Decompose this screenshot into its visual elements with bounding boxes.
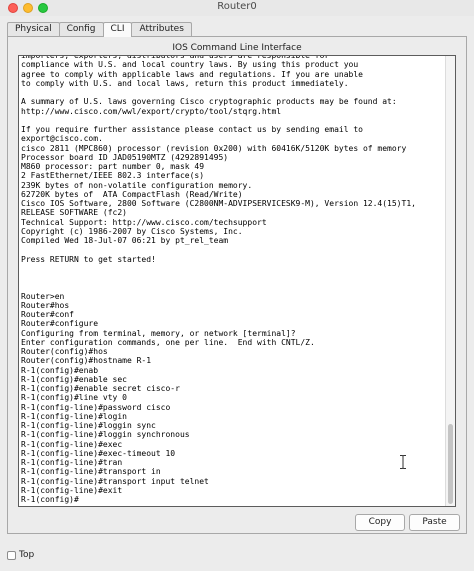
- console-line: 2 FastEthernet/IEEE 802.3 interface(s): [21, 171, 205, 181]
- top-checkbox[interactable]: [7, 551, 16, 560]
- copy-button[interactable]: Copy: [355, 514, 405, 531]
- console-line: agree to comply with applicable laws and…: [21, 69, 363, 79]
- console-line: to comply with U.S. and local laws, retu…: [21, 78, 349, 88]
- console-line: R-1(config)#enab: [21, 365, 99, 375]
- console-line: R-1(config-line)#loggin sync: [21, 421, 156, 430]
- console-line: Router#hos: [21, 300, 70, 310]
- console-line: http://www.cisco.com/wwl/export/crypto/t…: [21, 106, 282, 116]
- console-line: R-1(config-line)#login: [21, 411, 127, 421]
- console-line: R-1(config-line)#exec: [21, 439, 123, 449]
- console-line: Enter configuration commands, one per li…: [21, 337, 315, 347]
- console-line: R-1(config)#: [21, 495, 79, 504]
- console-line: Router#conf: [21, 310, 74, 319]
- window-title: Router0: [217, 1, 257, 12]
- console-line: M860 processor: part number 0, mask 49: [21, 162, 205, 171]
- console-line: R-1(config-line)#loggin synchronous: [21, 430, 190, 440]
- console-line: export@cisco.com.: [21, 134, 103, 144]
- tab-cli[interactable]: CLI: [102, 22, 133, 37]
- console-line: Router>en: [21, 291, 65, 301]
- console-line: Cisco IOS Software, 2800 Software (C2800…: [21, 199, 416, 208]
- tab-bar: Physical Config CLI Attributes: [7, 22, 192, 37]
- tab-config[interactable]: Config: [58, 22, 104, 36]
- console-line: RELEASE SOFTWARE (fc2): [21, 208, 127, 218]
- console-line: 62720K bytes of ATA CompactFlash (Read/W…: [21, 189, 243, 199]
- console-line: R-1(config-line)#password cisco: [21, 402, 171, 412]
- text-cursor-icon: [400, 455, 406, 469]
- panel-title: IOS Command Line Interface: [172, 43, 302, 53]
- console-line: Router(config)#hos: [21, 347, 108, 356]
- console-line: cisco 2811 (MPC860) processor (revision …: [21, 143, 407, 153]
- console-line: R-1(config-line)#transport in: [21, 467, 161, 477]
- console-line: R-1(config)#enable sec: [21, 374, 127, 384]
- console-scrollbar[interactable]: [445, 56, 455, 506]
- console-line: Router#configure: [21, 319, 99, 329]
- paste-button[interactable]: Paste: [409, 514, 460, 531]
- cli-panel: IOS Command Line Interface importers, ex…: [7, 36, 467, 534]
- console-line: R-1(config-line)#exit: [21, 485, 123, 495]
- title-bar: Router0: [0, 0, 474, 16]
- console-line: R-1(config-line)#tran: [21, 458, 123, 467]
- console-line: Press RETURN to get started!: [21, 254, 156, 264]
- console-area[interactable]: importers, exporters, distributors and u…: [18, 55, 456, 507]
- top-label: Top: [19, 550, 35, 560]
- console-line: R-1(config)#enable secret cisco-r: [21, 384, 180, 393]
- console-line: Technical Support: http://www.cisco.com/…: [21, 217, 267, 227]
- console-line: Router(config)#hostname R-1: [21, 356, 152, 366]
- tab-attributes[interactable]: Attributes: [131, 22, 192, 36]
- console-line: compliance with U.S. and local country l…: [21, 60, 359, 70]
- console-line: A summary of U.S. laws governing Cisco c…: [21, 97, 397, 107]
- console-line: If you require further assistance please…: [21, 125, 363, 134]
- console-line: Processor board ID JAD05190MTZ (42928914…: [21, 152, 229, 162]
- tab-physical[interactable]: Physical: [7, 22, 60, 36]
- console-line: R-1(config-line)#transport input telnet: [21, 476, 209, 486]
- console-line: R-1(config-line)#exec-timeout 10: [21, 448, 176, 458]
- console-line: Compiled Wed 18-Jul-07 06:21 by pt_rel_t…: [21, 236, 229, 245]
- console-output[interactable]: importers, exporters, distributors and u…: [21, 56, 446, 504]
- console-line: Copyright (c) 1986-2007 by Cisco Systems…: [21, 226, 243, 236]
- console-line: R-1(config)#line vty 0: [21, 393, 127, 403]
- console-line: Configuring from terminal, memory, or ne…: [21, 328, 296, 338]
- scrollbar-thumb[interactable]: [448, 424, 453, 504]
- console-line: 239K bytes of non-volatile configuration…: [21, 180, 253, 190]
